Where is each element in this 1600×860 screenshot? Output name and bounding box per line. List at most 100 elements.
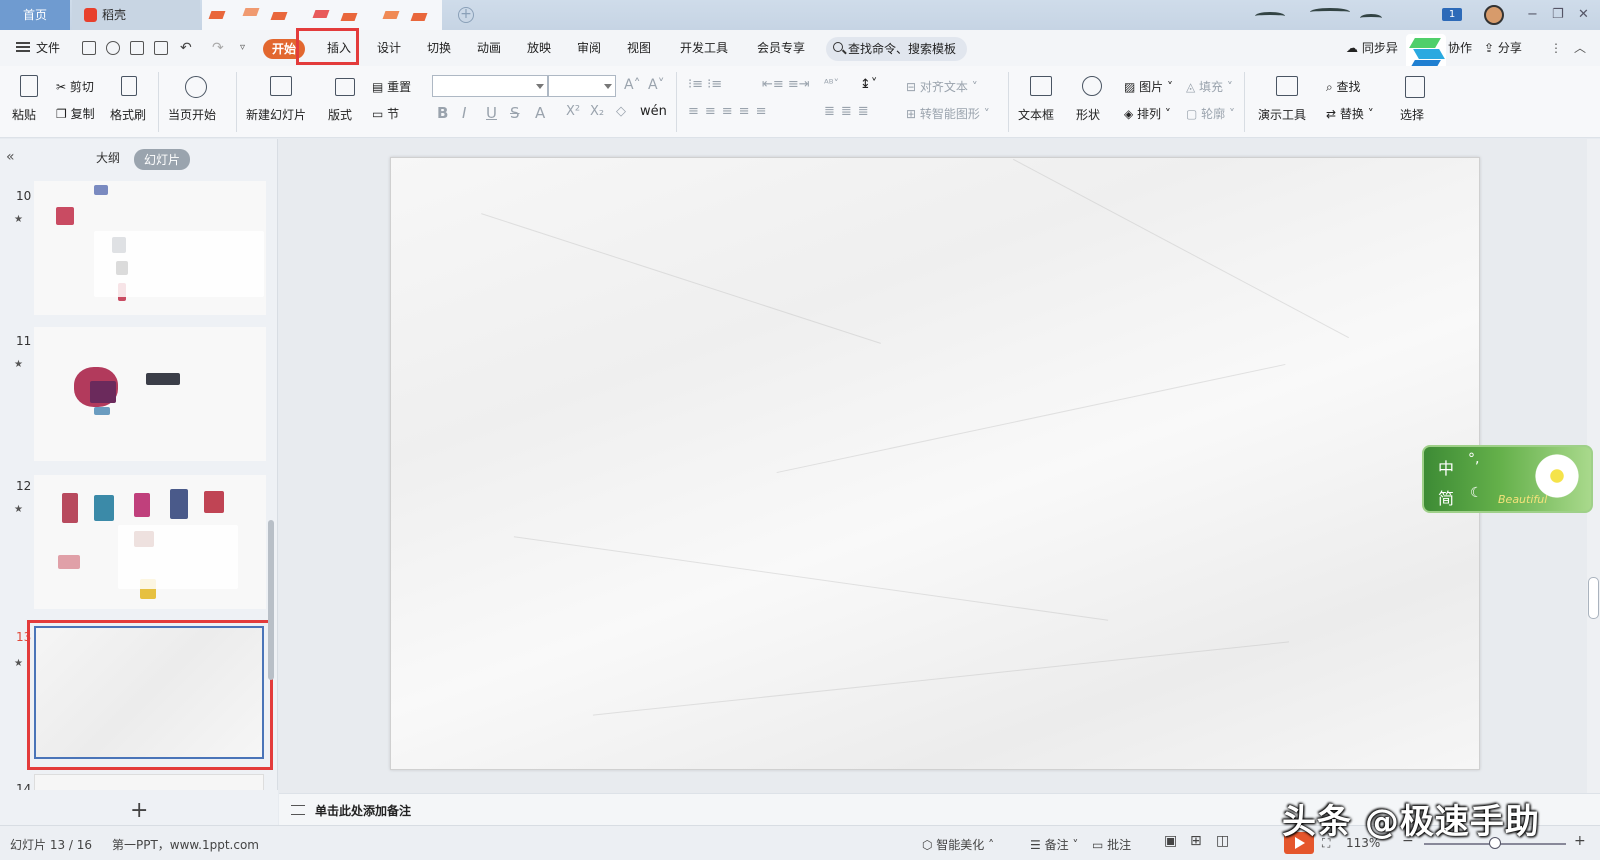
find-button[interactable]: ⌕ 查找 [1326, 78, 1361, 95]
slide-sorter-icon[interactable]: ⊞ [1190, 833, 1202, 849]
tab-review[interactable]: 审阅 [577, 30, 601, 66]
reading-view-icon[interactable]: ◫ [1216, 833, 1229, 849]
slide-thumbnail[interactable] [34, 475, 266, 609]
outline-button[interactable]: ▢ 轮廓 ˅ [1186, 105, 1235, 122]
arrange-button[interactable]: ◈ 排列 ˅ [1124, 105, 1171, 122]
tab-transition[interactable]: 切换 [427, 30, 451, 66]
section-button[interactable]: ▭ 节 [372, 105, 399, 122]
new-slide-icon[interactable] [270, 76, 292, 96]
quick-access-more-icon[interactable]: ▿ [240, 30, 245, 66]
comments-button[interactable]: ▭ 批注 [1092, 836, 1131, 853]
current-slide[interactable] [390, 157, 1480, 770]
play-from-current-button[interactable]: 当页开始 [168, 106, 216, 123]
bullets-icon[interactable]: ⁝≡ ⁝≡ [688, 77, 722, 92]
tab-view[interactable]: 视图 [627, 30, 651, 66]
text-box-icon[interactable] [1030, 76, 1052, 96]
ime-moon-icon[interactable]: ☾ [1470, 485, 1483, 501]
tab-daoke[interactable]: 稻壳 [72, 0, 200, 30]
superscript-icon[interactable]: X² [566, 104, 580, 119]
decrease-font-icon[interactable]: A˅ [648, 77, 665, 93]
paste-icon[interactable] [20, 75, 38, 97]
reset-button[interactable]: ▤ 重置 [372, 78, 411, 95]
spacing-icons[interactable]: ≣≣≣ [824, 104, 875, 119]
tab-developer[interactable]: 开发工具 [680, 30, 728, 66]
fill-button[interactable]: ◬ 填充 ˅ [1186, 78, 1233, 95]
add-slide-button[interactable]: + [130, 798, 148, 823]
smart-art-button[interactable]: ⊞ 转智能图形 ˅ [906, 105, 990, 122]
menu-icon[interactable] [16, 42, 30, 52]
collab-button[interactable]: 协作 [1448, 30, 1472, 66]
increase-font-icon[interactable]: A˄ [624, 77, 641, 93]
slide-thumbnail[interactable] [34, 181, 266, 315]
new-tab-button[interactable]: + [458, 7, 474, 23]
share-button[interactable]: ⇪ 分享 [1484, 30, 1522, 66]
print-icon[interactable] [130, 41, 144, 55]
save-icon[interactable] [82, 41, 96, 55]
ime-punctuation[interactable]: °, [1468, 451, 1479, 467]
play-from-current-icon[interactable] [185, 76, 207, 98]
smart-beautify-button[interactable]: ⬡ 智能美化 ˄ [922, 836, 994, 853]
text-box-button[interactable]: 文本框 [1018, 106, 1054, 123]
layout-icon[interactable] [335, 78, 355, 96]
tab-slideshow[interactable]: 放映 [527, 30, 551, 66]
shape-icon[interactable] [1082, 76, 1102, 96]
canvas-scroll-thumb[interactable] [1588, 577, 1599, 619]
paste-button[interactable]: 粘贴 [12, 106, 36, 123]
align-text-button[interactable]: ⊟ 对齐文本 ˅ [906, 78, 978, 95]
present-tool-button[interactable]: 演示工具 [1258, 106, 1306, 123]
tab-slides[interactable]: 幻灯片 [134, 149, 191, 170]
text-direction-icon[interactable]: ᴬᴮ˅ [824, 77, 839, 90]
tab-design[interactable]: 设计 [377, 30, 401, 66]
italic-icon[interactable]: I [462, 104, 466, 122]
print-preview-icon[interactable] [154, 41, 168, 55]
format-painter-icon[interactable] [121, 76, 137, 96]
notes-placeholder[interactable]: 单击此处添加备注 [315, 802, 411, 819]
layout-button[interactable]: 版式 [328, 106, 352, 123]
tab-member[interactable]: 会员专享 [757, 30, 805, 66]
select-icon[interactable] [1405, 76, 1425, 98]
pinyin-icon[interactable]: wén [640, 104, 667, 119]
tab-home[interactable]: 首页 [0, 0, 70, 30]
clear-format-icon[interactable]: ◇ [616, 104, 626, 119]
line-spacing-icon[interactable]: ↨˅ [860, 77, 877, 92]
ime-widget[interactable]: 中 °, 简 ☾ Beautiful [1422, 445, 1593, 513]
new-slide-button[interactable]: 新建幻灯片 [246, 106, 306, 123]
copy-button[interactable]: ❐ 复制 [56, 105, 95, 122]
select-button[interactable]: 选择 [1400, 106, 1424, 123]
normal-view-icon[interactable]: ▣ [1164, 833, 1177, 849]
bold-icon[interactable]: B [437, 104, 448, 122]
notes-toggle-button[interactable]: ☰ 备注 ˅ [1030, 836, 1078, 853]
ime-mode-simplified[interactable]: 简 [1438, 485, 1454, 509]
collapse-panel-icon[interactable]: « [6, 149, 15, 165]
panel-scrollbar[interactable] [268, 520, 274, 680]
ime-mode-chinese[interactable]: 中 [1438, 455, 1454, 479]
avatar[interactable] [1484, 5, 1504, 25]
font-color-icon[interactable]: A [535, 104, 545, 122]
shape-button[interactable]: 形状 [1076, 106, 1100, 123]
slide-thumbnail[interactable] [34, 327, 266, 461]
cut-button[interactable]: ✂ 剪切 [56, 78, 94, 95]
minimize-icon[interactable]: − [1527, 0, 1538, 30]
tab-document[interactable] [202, 0, 442, 30]
font-size-select[interactable] [548, 75, 616, 97]
redo-icon[interactable]: ↷ [212, 30, 224, 66]
close-icon[interactable]: ✕ [1578, 0, 1589, 30]
undo-icon[interactable]: ↶ [180, 30, 192, 66]
zoom-in-icon[interactable]: + [1574, 833, 1586, 849]
strikethrough-icon[interactable]: S [510, 104, 520, 122]
paragraph-align-icons[interactable]: ≡≡≡≡≡ [688, 104, 772, 119]
restore-icon[interactable]: ❐ [1552, 0, 1564, 30]
notification-badge[interactable]: 1 [1442, 8, 1462, 21]
format-painter-button[interactable]: 格式刷 [110, 106, 146, 123]
tab-animation[interactable]: 动画 [477, 30, 501, 66]
indent-icon[interactable]: ⇤≡ ≡⇥ [762, 77, 810, 92]
replace-button[interactable]: ⇄ 替换 ˅ [1326, 105, 1374, 122]
share-icon[interactable] [106, 41, 120, 55]
file-menu[interactable]: 文件 [36, 30, 60, 66]
command-search[interactable]: 查找命令、搜索模板 [826, 37, 967, 61]
present-tool-icon[interactable] [1276, 76, 1298, 96]
subscript-icon[interactable]: X₂ [590, 104, 604, 119]
underline-icon[interactable]: U [486, 104, 497, 122]
font-family-select[interactable] [432, 75, 548, 97]
tab-outline[interactable]: 大纲 [96, 149, 120, 166]
